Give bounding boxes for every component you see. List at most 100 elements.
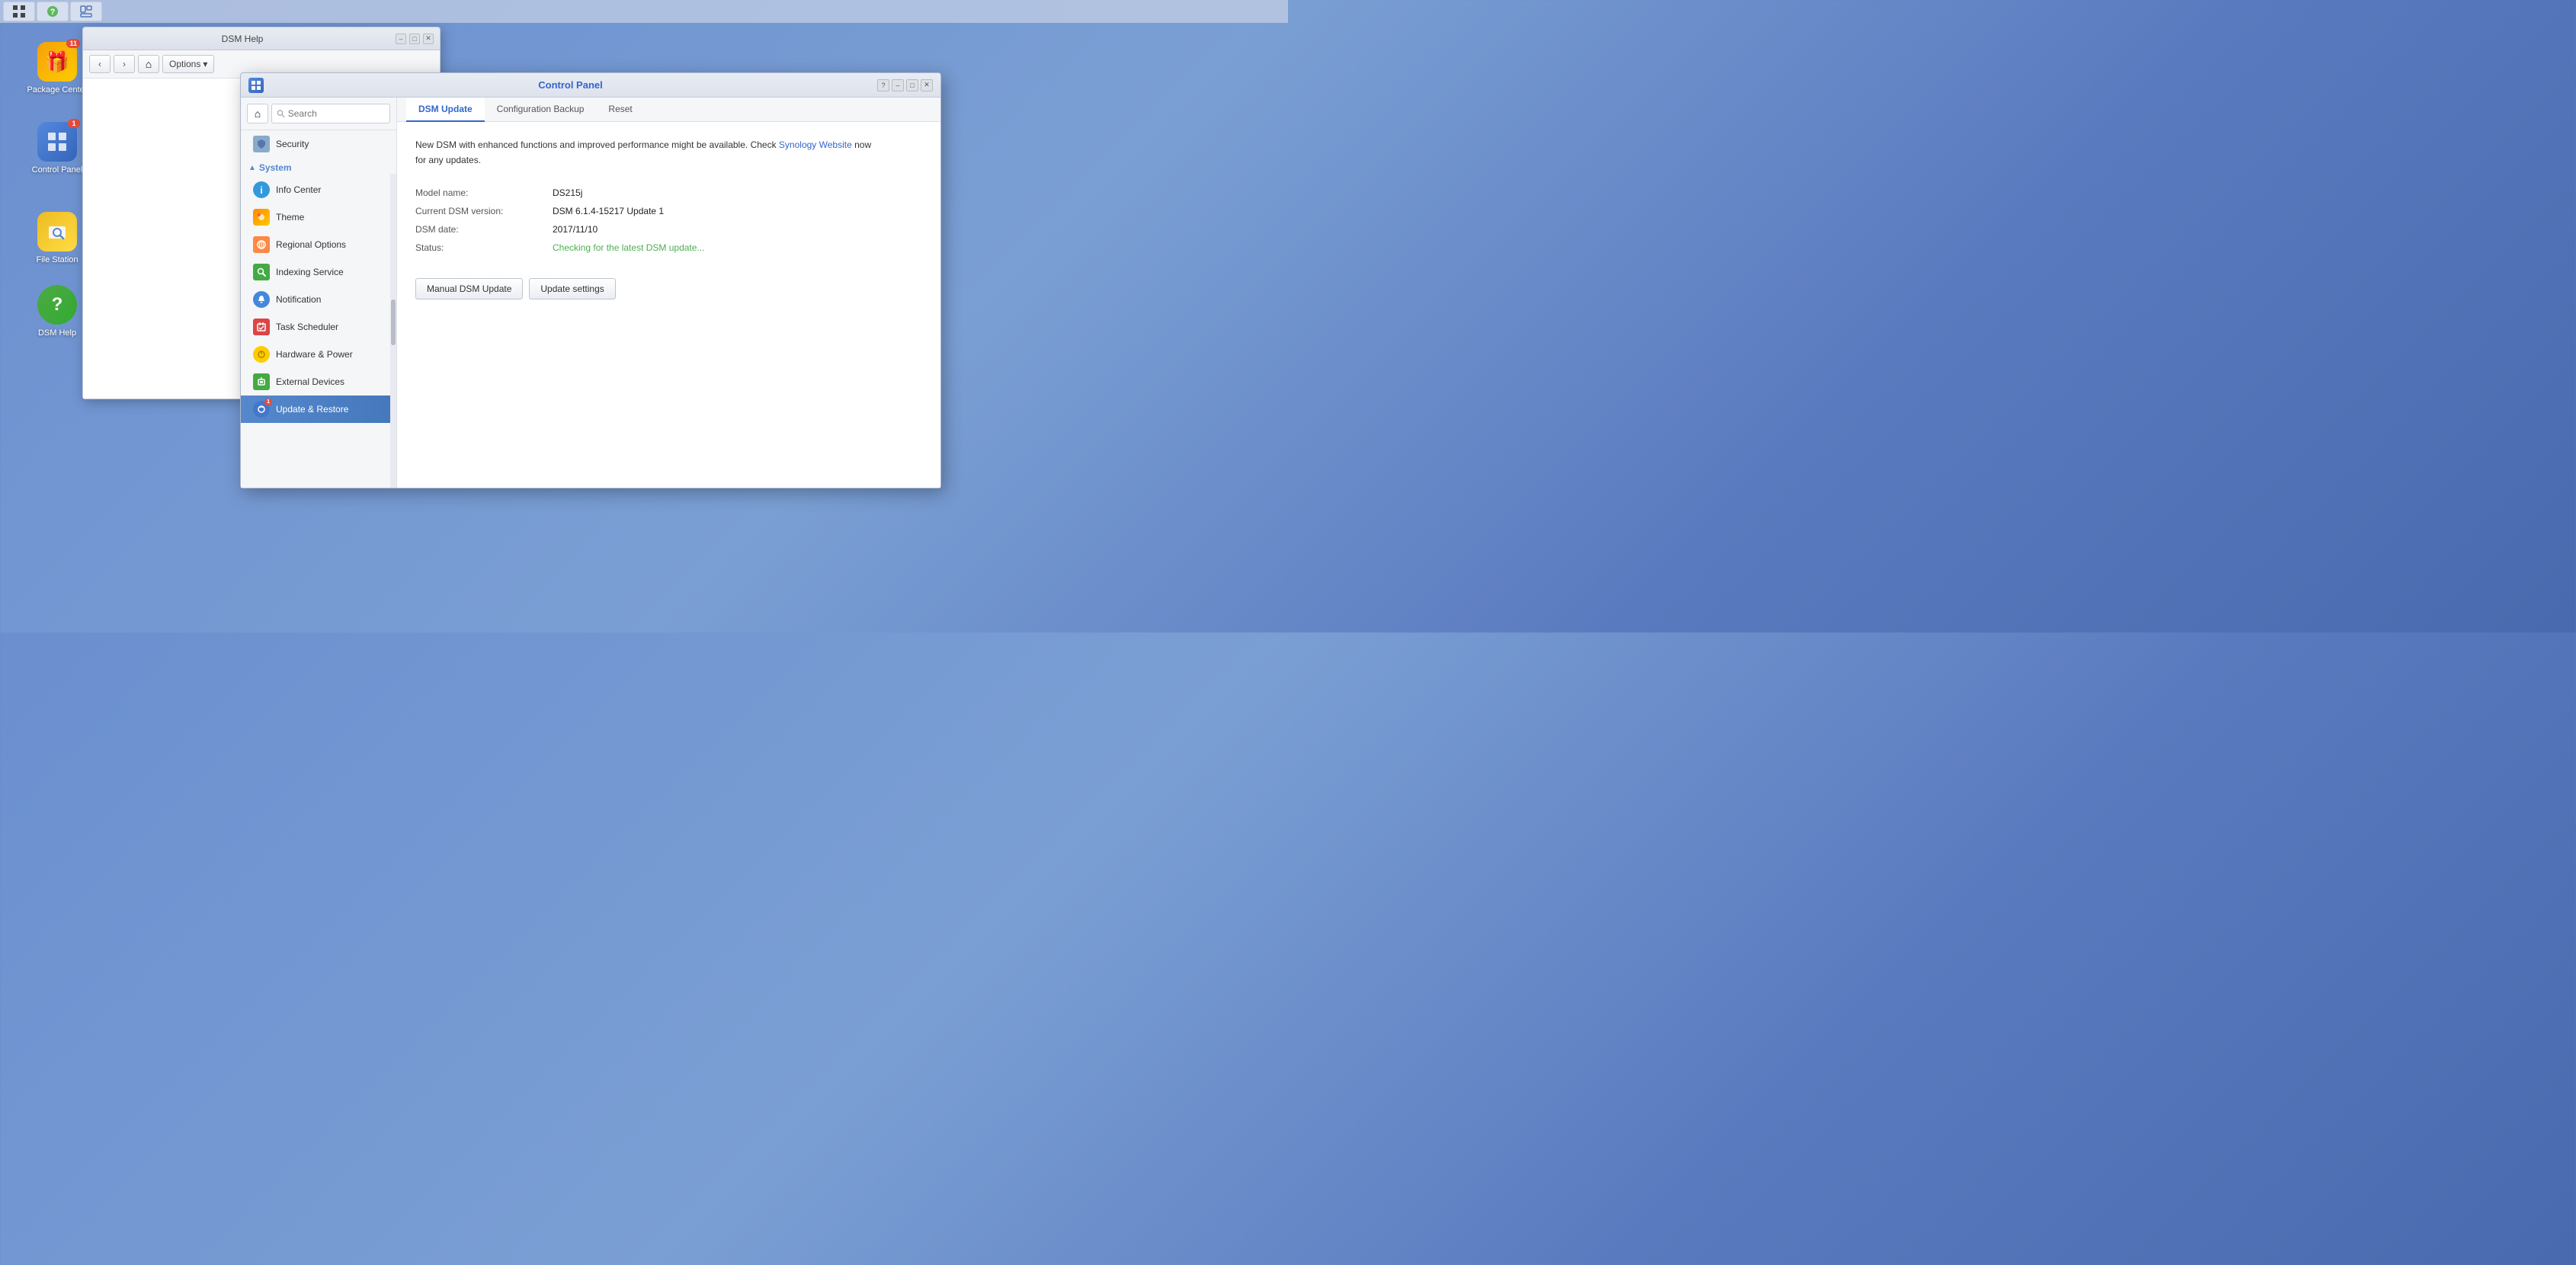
regional-options-icon [253, 236, 270, 253]
sidebar-item-security[interactable]: Security [241, 130, 396, 158]
forward-button[interactable]: › [114, 55, 135, 73]
control-panel-title: Control Panel [264, 79, 877, 91]
control-panel-window: Control Panel ? – □ ✕ ⌂ [240, 72, 941, 488]
notification-icon [253, 291, 270, 308]
status-row: Status: Checking for the latest DSM upda… [415, 239, 922, 257]
tab-dsm-update[interactable]: DSM Update [406, 98, 485, 122]
control-panel-label: Control Panel [32, 165, 83, 175]
sidebar-item-regional-options-label: Regional Options [276, 239, 346, 250]
sidebar-item-indexing-service-label: Indexing Service [276, 267, 344, 277]
control-panel-titlebar: Control Panel ? – □ ✕ [241, 73, 940, 98]
sidebar-item-update-restore[interactable]: 1 Update & Restore [241, 396, 396, 423]
options-button[interactable]: Options ▾ [162, 55, 214, 73]
update-settings-button[interactable]: Update settings [529, 278, 615, 299]
sidebar-item-security-label: Security [276, 139, 309, 149]
back-button[interactable]: ‹ [89, 55, 111, 73]
sidebar-item-info-center-label: Info Center [276, 184, 321, 195]
model-name-value: DS215j [553, 187, 582, 198]
sidebar-item-theme[interactable]: Theme [241, 203, 396, 231]
package-center-badge: 11 [66, 39, 80, 48]
control-panel-content: New DSM with enhanced functions and impr… [397, 122, 940, 488]
control-panel-badge: 1 [68, 119, 80, 128]
dsm-help-label: DSM Help [38, 328, 76, 338]
sidebar-item-notification[interactable]: Notification [241, 286, 396, 313]
model-name-row: Model name: DS215j [415, 184, 922, 202]
sidebar-item-task-scheduler[interactable]: Task Scheduler [241, 313, 396, 341]
sidebar-item-external-devices-label: External Devices [276, 376, 344, 387]
external-devices-icon [253, 373, 270, 390]
update-restore-icon: 1 [253, 401, 270, 418]
sidebar-item-external-devices[interactable]: External Devices [241, 368, 396, 396]
section-label: System [259, 162, 292, 173]
dsm-help-minimize-button[interactable]: – [396, 34, 406, 44]
info-center-icon: i [253, 181, 270, 198]
control-panel-window-controls: ? – □ ✕ [877, 79, 933, 91]
dsm-date-row: DSM date: 2017/11/10 [415, 220, 922, 239]
dsm-help-close-button[interactable]: ✕ [423, 34, 434, 44]
sidebar-item-update-restore-label: Update & Restore [276, 404, 348, 415]
help-button[interactable]: ? [37, 2, 69, 21]
sidebar-item-hardware-power-label: Hardware & Power [276, 349, 353, 360]
control-panel-sidebar: ⌂ Security ▲ System [241, 98, 397, 488]
sidebar-scrollbar-track[interactable] [390, 174, 396, 488]
cp-minimize-button[interactable]: – [892, 79, 904, 91]
dsm-version-value: DSM 6.1.4-15217 Update 1 [553, 206, 664, 216]
tab-configuration-backup[interactable]: Configuration Backup [485, 98, 597, 122]
file-station-label: File Station [36, 255, 78, 265]
status-label: Status: [415, 242, 553, 253]
taskbar: ? [0, 0, 1288, 23]
control-panel-icon[interactable]: 1 Control Panel [23, 122, 91, 175]
synology-website-link[interactable]: Synology Website [779, 139, 852, 150]
sidebar-item-notification-label: Notification [276, 294, 321, 305]
manual-dsm-update-button[interactable]: Manual DSM Update [415, 278, 523, 299]
control-panel-main: DSM Update Configuration Backup Reset Ne… [397, 98, 940, 488]
sidebar-item-theme-label: Theme [276, 212, 304, 223]
options-label: Options [169, 59, 200, 69]
dsm-help-title: DSM Help [89, 34, 396, 44]
options-arrow-icon: ▾ [203, 59, 207, 69]
sidebar-scrollbar-thumb[interactable] [391, 299, 396, 345]
package-center-label: Package Center [27, 85, 88, 95]
cp-maximize-button[interactable]: □ [906, 79, 918, 91]
section-collapse-icon[interactable]: ▲ [248, 164, 256, 172]
file-manager-button[interactable] [70, 2, 102, 21]
search-icon [277, 109, 285, 118]
sidebar-search-area: ⌂ [241, 98, 396, 130]
search-input[interactable] [288, 108, 385, 119]
dsm-help-titlebar: DSM Help – □ ✕ [83, 27, 440, 50]
sidebar-item-task-scheduler-label: Task Scheduler [276, 322, 338, 332]
sidebar-item-indexing-service[interactable]: Indexing Service [241, 258, 396, 286]
search-box[interactable] [271, 104, 390, 123]
control-panel-tabs: DSM Update Configuration Backup Reset [397, 98, 940, 122]
dsm-help-icon[interactable]: ? DSM Help [23, 285, 91, 338]
hardware-power-icon [253, 346, 270, 363]
dsm-help-maximize-button[interactable]: □ [409, 34, 420, 44]
theme-icon [253, 209, 270, 226]
task-scheduler-icon [253, 319, 270, 335]
update-info-table: Model name: DS215j Current DSM version: … [415, 184, 922, 257]
sidebar-system-section: ▲ System [241, 158, 396, 176]
indexing-service-icon [253, 264, 270, 280]
file-station-icon[interactable]: File Station [23, 212, 91, 265]
sidebar-item-regional-options[interactable]: Regional Options [241, 231, 396, 258]
sidebar-item-hardware-power[interactable]: Hardware & Power [241, 341, 396, 368]
svg-text:?: ? [50, 8, 56, 17]
home-button[interactable]: ⌂ [138, 55, 159, 73]
status-value: Checking for the latest DSM update... [553, 242, 704, 253]
update-buttons: Manual DSM Update Update settings [415, 278, 922, 299]
control-panel-icon-left [248, 78, 264, 93]
sidebar-item-info-center[interactable]: i Info Center [241, 176, 396, 203]
model-name-label: Model name: [415, 187, 553, 198]
tab-reset[interactable]: Reset [596, 98, 644, 122]
security-icon [253, 136, 270, 152]
dsm-date-label: DSM date: [415, 224, 553, 235]
dsm-date-value: 2017/11/10 [553, 224, 598, 235]
control-panel-body: ⌂ Security ▲ System [241, 98, 940, 488]
package-center-icon[interactable]: 🎁 11 Package Center [23, 42, 91, 95]
cp-help-button[interactable]: ? [877, 79, 889, 91]
sidebar-home-button[interactable]: ⌂ [247, 104, 268, 123]
cp-close-button[interactable]: ✕ [921, 79, 933, 91]
app-grid-button[interactable] [3, 2, 35, 21]
update-notice-text: New DSM with enhanced functions and impr… [415, 137, 922, 168]
dsm-help-window-controls-right[interactable]: – □ ✕ [396, 34, 434, 44]
